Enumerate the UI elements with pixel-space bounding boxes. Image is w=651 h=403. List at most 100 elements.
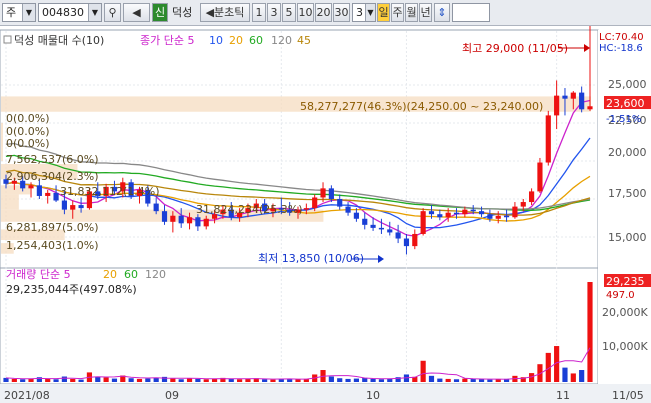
year-button[interactable]: 년 xyxy=(419,3,432,22)
volume-bar xyxy=(579,370,585,382)
ma-legend-title: 종가 단순 5 xyxy=(140,34,194,47)
volume-profile-bar xyxy=(1,123,3,136)
volume-bar xyxy=(270,379,276,382)
month-button[interactable]: 월 xyxy=(405,3,418,22)
volume-bar xyxy=(178,379,184,382)
sort-button[interactable]: ⇕ xyxy=(434,3,450,22)
candle-body xyxy=(562,95,568,99)
period-tick-button[interactable]: ◀분초틱 xyxy=(200,3,250,22)
candle-body xyxy=(403,238,410,247)
search-field[interactable] xyxy=(452,3,490,22)
date-label-09: 09 xyxy=(165,389,179,402)
chevron-down-icon: ▼ xyxy=(88,4,101,21)
volume-bar xyxy=(570,373,576,382)
current-price: 23,600 xyxy=(606,97,645,110)
stock-name: 덕성 xyxy=(172,6,193,19)
legend-checkbox[interactable] xyxy=(3,35,12,44)
date-label-11: 11 xyxy=(556,389,570,402)
volume-bar xyxy=(78,379,84,382)
count-select[interactable]: 3 ▼ xyxy=(352,3,376,22)
volume-bar xyxy=(445,378,451,382)
candle-body xyxy=(554,95,560,116)
interval-30-button[interactable]: 30 xyxy=(333,3,350,22)
volume-bar xyxy=(437,378,443,382)
volume-bar xyxy=(487,379,493,382)
volume-bar xyxy=(203,379,209,382)
volume-bar xyxy=(387,378,393,382)
candle-body xyxy=(437,214,443,218)
volume-profile-bar xyxy=(1,135,3,148)
price-chart: 덕성 매물대 수(10) 종가 단순 5 10 20 60 120 45 LC:… xyxy=(0,26,651,403)
candle-body xyxy=(570,92,576,99)
candle-body xyxy=(487,214,493,219)
low-annotation: 최저 13,850 (10/06) xyxy=(258,252,364,265)
volume-tick-20000k: 20,000K xyxy=(602,306,648,319)
profile-label-3: 7,562,537(6.0%) xyxy=(6,153,99,166)
interval-20-button[interactable]: 20 xyxy=(315,3,332,22)
candle-body xyxy=(78,205,84,209)
volume-bar xyxy=(186,378,193,382)
chart-title: 덕성 매물대 수(10) xyxy=(14,34,104,47)
candle-body xyxy=(478,211,485,215)
candle-body xyxy=(61,200,67,210)
volume-bar xyxy=(378,379,385,382)
profile-label-7: 6,281,897(5.0%) xyxy=(6,221,99,234)
volume-bar xyxy=(145,378,151,382)
volume-ma20-legend: 20 xyxy=(103,268,117,281)
candle-body xyxy=(495,215,501,219)
volume-bar xyxy=(111,378,118,382)
candle-body xyxy=(529,191,535,203)
market-value: 주 xyxy=(6,6,17,19)
volume-bar xyxy=(53,379,59,382)
price-tick-20000: 20,000 xyxy=(608,146,647,159)
candle-body xyxy=(387,229,393,233)
candle-body xyxy=(545,115,551,163)
price-tick-17500: 17,500 xyxy=(608,187,647,200)
search-button[interactable]: ⚲ xyxy=(104,3,121,22)
candle-body xyxy=(512,206,518,218)
interval-1-button[interactable]: 1 xyxy=(252,3,266,22)
price-tick-25000: 25,000 xyxy=(608,78,647,91)
interval-3-button[interactable]: 3 xyxy=(267,3,281,22)
candle-body xyxy=(587,106,593,110)
candle-body xyxy=(345,206,351,213)
candle-body xyxy=(312,197,318,209)
market-select[interactable]: 주 ▼ xyxy=(2,3,36,22)
volume-bar xyxy=(153,377,159,382)
candle-body xyxy=(178,215,184,224)
profile-label-2: 0(0.0%) xyxy=(6,137,50,150)
volume-tag-value: 29,235 xyxy=(606,275,645,288)
volume-bar xyxy=(470,378,476,382)
volume-profile-bar xyxy=(1,147,3,161)
candle-body xyxy=(378,227,385,230)
candle-body xyxy=(462,209,468,215)
toolbar: 주 ▼ 004830 ▼ ⚲ ◀ 신 덕성 ◀분초틱 1 3 5 10 20 30 … xyxy=(0,0,651,26)
week-button[interactable]: 주 xyxy=(391,3,404,22)
volume-bar xyxy=(353,378,359,382)
day-button[interactable]: 일 xyxy=(377,3,390,22)
volume-bar xyxy=(262,379,268,382)
candle-body xyxy=(186,217,193,224)
code-input[interactable]: 004830 ▼ xyxy=(38,3,102,22)
interval-5-button[interactable]: 5 xyxy=(282,3,296,22)
volume-bar xyxy=(420,360,426,382)
code-value: 004830 xyxy=(42,6,84,19)
current-change: -1.51% xyxy=(606,114,641,125)
candle-body xyxy=(195,217,201,227)
volume-bar xyxy=(11,378,17,382)
ma45-legend: 45 xyxy=(297,34,311,47)
volume-bar xyxy=(428,375,435,382)
candle-body xyxy=(153,203,159,212)
volume-ma120-legend: 120 xyxy=(145,268,166,281)
volume-bar xyxy=(328,376,334,382)
candle-body xyxy=(70,205,76,210)
candle-body xyxy=(503,215,510,218)
interval-10-button[interactable]: 10 xyxy=(297,3,314,22)
volume-value: 29,235,044주(497.08%) xyxy=(6,283,137,296)
ma60-legend: 60 xyxy=(249,34,263,47)
candle-body xyxy=(45,192,51,196)
speaker-button[interactable]: ◀ xyxy=(123,3,150,22)
volume-bar xyxy=(61,376,67,382)
volume-ma60-legend: 60 xyxy=(124,268,138,281)
volume-bar xyxy=(562,367,568,382)
